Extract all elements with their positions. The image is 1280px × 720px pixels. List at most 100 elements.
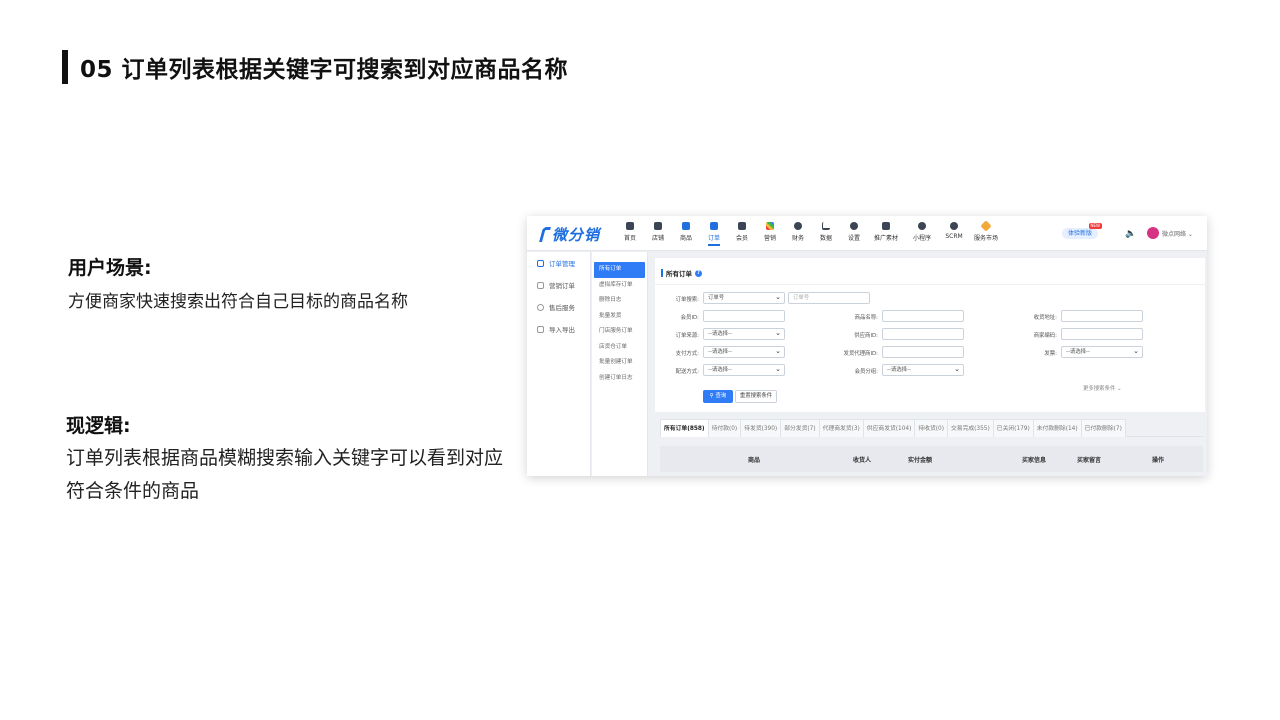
subnav-virtual-stock-orders[interactable]: 虚拟库存订单	[592, 278, 647, 294]
logo-text: 微分销	[552, 226, 601, 244]
invoice-select[interactable]: --请选择--	[1061, 346, 1143, 358]
agent-id-input[interactable]	[882, 346, 964, 358]
reset-search-button[interactable]: 重置搜索条件	[735, 390, 777, 403]
nav-item-data[interactable]: 数据	[813, 220, 839, 246]
tab-pending-shipment[interactable]: 待发货(390)	[740, 419, 782, 437]
sidebar-item-import-export[interactable]: 导入导出	[527, 318, 590, 340]
search-panel: 所有订单? 订单搜索: 订单号 订单号 会员ID: 商品名称: 收货地址: 订单…	[655, 258, 1205, 412]
logo-mark-icon	[538, 227, 552, 242]
subnav-batch-ship[interactable]: 批量发货	[592, 309, 647, 325]
nav-item-orders[interactable]: 订单	[701, 220, 727, 246]
miniapp-icon	[918, 222, 926, 230]
goods-name-input[interactable]	[882, 310, 964, 322]
query-button[interactable]: ⚲ 查询	[703, 390, 733, 403]
subnav-create-order-log[interactable]: 创建订单日志	[592, 371, 647, 387]
th-actions: 操作	[1152, 457, 1165, 464]
th-receiver: 收货人	[853, 457, 872, 464]
more-search-conditions-link[interactable]: 更多搜索条件 ⌄	[1083, 384, 1122, 392]
member-group-label: 会员分组:	[854, 369, 878, 375]
member-id-input[interactable]	[703, 310, 785, 322]
supplier-id-input[interactable]	[882, 328, 964, 340]
delivery-method-label: 配送方式:	[675, 369, 699, 375]
tab-completed[interactable]: 交易完成(355)	[946, 419, 994, 437]
nav-item-home[interactable]: 首页	[617, 220, 643, 246]
subnav-batch-create-orders[interactable]: 批量创建订单	[592, 355, 647, 371]
subnav-all-orders[interactable]: 所有订单	[594, 262, 645, 278]
nav-item-finance[interactable]: 财务	[785, 220, 811, 246]
store-icon	[654, 222, 662, 230]
tab-agent-shipped[interactable]: 代理商发货(3)	[818, 419, 864, 437]
nav-item-service-market[interactable]: 服务市场	[969, 220, 1003, 246]
scrm-icon	[950, 222, 958, 230]
sidebar-label: 营销订单	[549, 282, 575, 290]
nav-item-scrm[interactable]: SCRM	[941, 220, 967, 246]
avatar[interactable]	[1147, 227, 1159, 239]
tab-paid-deleted[interactable]: 已付款删除(7)	[1080, 419, 1126, 437]
delivery-method-select[interactable]: --请选择--	[703, 364, 785, 376]
slide-title-text: 05 订单列表根据关键字可搜索到对应商品名称	[80, 57, 569, 83]
tab-closed[interactable]: 已关闭(179)	[992, 419, 1034, 437]
tab-partial-shipped[interactable]: 部分发货(7)	[780, 419, 820, 437]
trial-label: 体验新版	[1068, 230, 1093, 237]
nav-label: 商品	[679, 235, 692, 242]
nav-item-promo-material[interactable]: 推广素材	[869, 220, 903, 246]
subnav-warehouse-orders[interactable]: 店货仓订单	[592, 340, 647, 356]
panel-title: 所有订单?	[661, 268, 702, 278]
home-icon	[626, 222, 634, 230]
subnav-store-service-orders[interactable]: 门店服务订单	[592, 324, 647, 340]
import-export-icon	[537, 325, 544, 333]
secondary-sidebar: 所有订单 虚拟库存订单 删除日志 批量发货 门店服务订单 店货仓订单 批量创建订…	[592, 252, 648, 476]
order-search-input[interactable]: 订单号	[788, 292, 870, 304]
pay-method-select[interactable]: --请选择--	[703, 346, 785, 358]
agent-id-label: 发货代理商ID:	[843, 351, 878, 357]
nav-item-miniapp[interactable]: 小程序	[905, 220, 939, 246]
marketing-icon	[766, 222, 774, 230]
market-icon	[980, 220, 992, 232]
receiver-address-input[interactable]	[1061, 310, 1143, 322]
logic-heading: 现逻辑:	[66, 415, 131, 437]
tab-all-orders[interactable]: 所有订单(858)	[660, 419, 709, 437]
sidebar-label: 导入导出	[549, 326, 575, 334]
th-goods: 商品	[748, 457, 761, 464]
order-status-tabs: 所有订单(858) 待付款(0) 待发货(390) 部分发货(7) 代理商发货(…	[660, 419, 1203, 437]
logic-text: 订单列表根据商品模糊搜索输入关键字可以看到对应符合条件的商品	[66, 447, 504, 502]
doc-icon	[537, 281, 544, 289]
app-screenshot: 微分销 首页 店铺 商品 订单 会员 营销 财务 数据 设置 推广素材 小程序 …	[527, 216, 1207, 476]
order-search-type-select[interactable]: 订单号	[703, 292, 785, 304]
speaker-icon[interactable]: 🔈	[1125, 229, 1136, 239]
tab-unpaid-deleted[interactable]: 未付款删除(14)	[1032, 419, 1082, 437]
table-header: 商品 收货人 实付金额 买家信息 买家留言 操作	[660, 446, 1203, 472]
tab-pending-payment[interactable]: 待付款(0)	[707, 419, 742, 437]
tab-pending-receipt[interactable]: 待收货(0)	[914, 419, 948, 437]
nav-label: 营销	[763, 235, 776, 242]
member-group-select[interactable]: --请选择--	[882, 364, 964, 376]
nav-label: 会员	[735, 235, 748, 242]
sidebar-item-marketing-orders[interactable]: 营销订单	[527, 274, 590, 296]
divider	[655, 284, 1205, 285]
sidebar-label: 订单管理	[549, 260, 575, 268]
nav-item-settings[interactable]: 设置	[841, 220, 867, 246]
order-icon	[710, 222, 718, 230]
order-source-label: 订单来源:	[675, 333, 699, 339]
app-logo[interactable]: 微分销	[538, 224, 601, 245]
trial-new-version-button[interactable]: 体验新版 NEW	[1062, 223, 1103, 239]
subnav-delete-log[interactable]: 删除日志	[592, 293, 647, 309]
order-source-select[interactable]: --请选择--	[703, 328, 785, 340]
nav-item-goods[interactable]: 商品	[673, 220, 699, 246]
more-conditions-text: 更多搜索条件	[1083, 386, 1116, 392]
nav-item-member[interactable]: 会员	[729, 220, 755, 246]
data-icon	[822, 222, 830, 230]
sidebar-item-order-manage[interactable]: 订单管理	[527, 252, 590, 274]
share-icon	[882, 222, 890, 230]
pay-method-label: 支付方式:	[675, 351, 699, 357]
merchant-code-input[interactable]	[1061, 328, 1143, 340]
slide-title: 05 订单列表根据关键字可搜索到对应商品名称	[62, 50, 568, 84]
sidebar-item-after-sales[interactable]: 售后服务	[527, 296, 590, 318]
receiver-address-label: 收货地址:	[1033, 315, 1057, 321]
nav-item-marketing[interactable]: 营销	[757, 220, 783, 246]
tab-supplier-shipped[interactable]: 供应商发货(104)	[862, 419, 916, 437]
settings-icon	[850, 222, 858, 230]
nav-item-store[interactable]: 店铺	[645, 220, 671, 246]
help-icon[interactable]: ?	[695, 269, 702, 277]
store-name[interactable]: 微点网络 ⌄	[1162, 229, 1193, 238]
